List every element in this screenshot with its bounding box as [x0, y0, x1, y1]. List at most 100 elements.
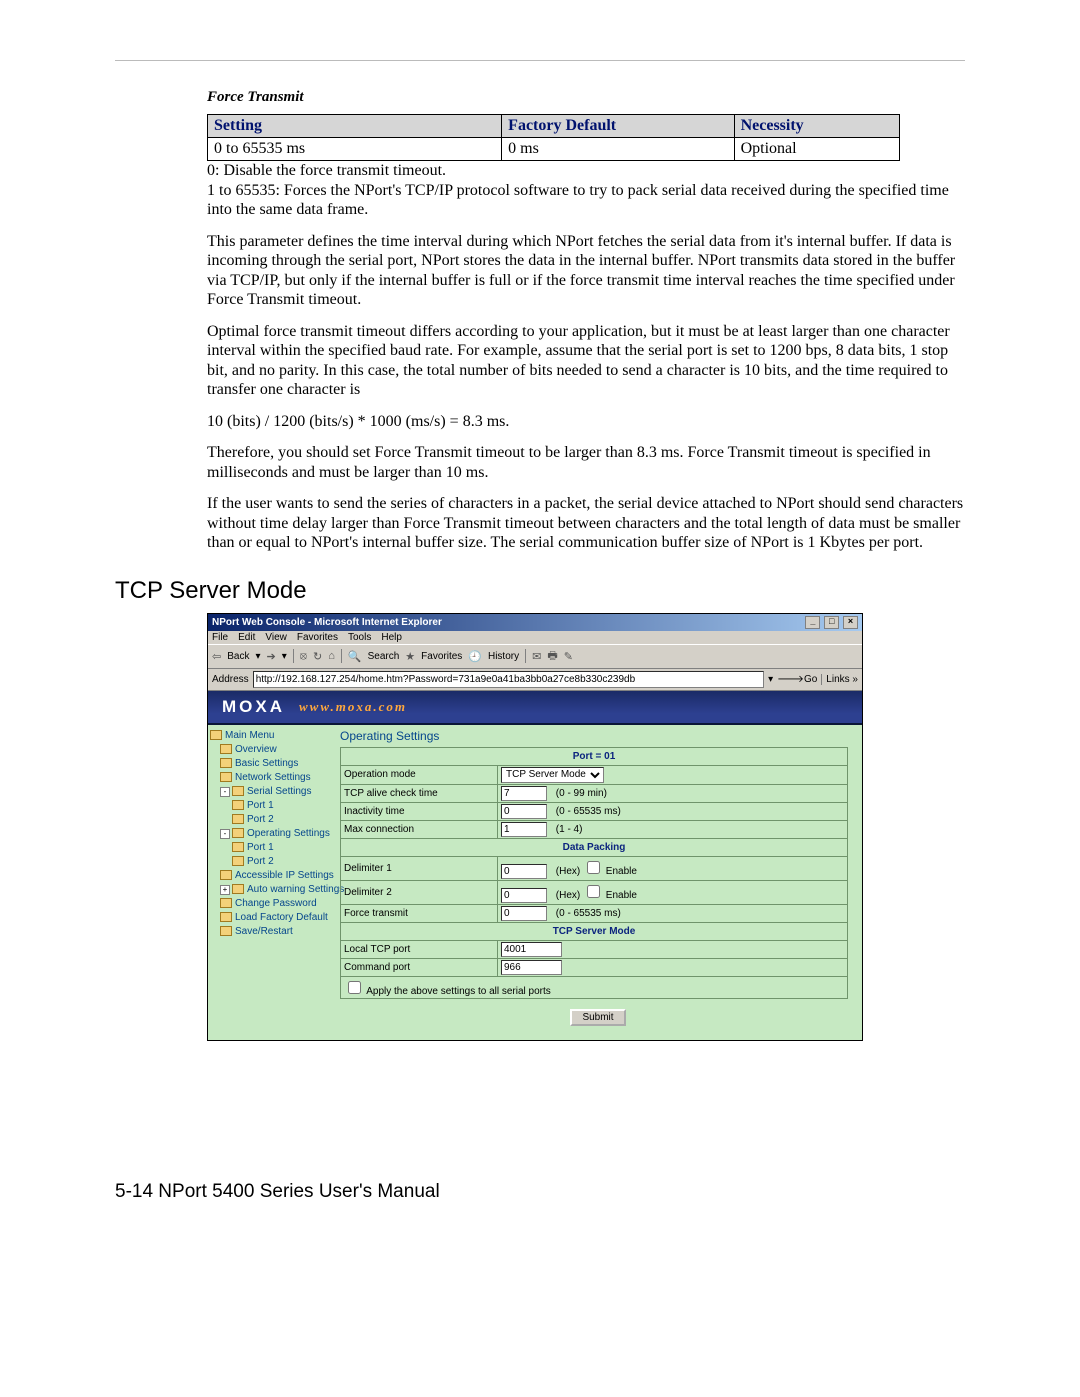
nav-tree: Main Menu Overview Basic Settings Network …	[208, 725, 334, 1040]
tree-item[interactable]: Load Factory Default	[210, 911, 332, 925]
tree-item-label: Port 2	[232, 814, 274, 825]
inactivity-input[interactable]	[501, 804, 547, 819]
delim2-label: Delimiter 2	[341, 880, 498, 904]
tree-item-label: Port 2	[232, 856, 274, 867]
favorites-button[interactable]: Favorites	[421, 651, 462, 662]
go-button[interactable]: 🡒Go	[777, 673, 817, 685]
mail-icon[interactable]: ✉	[532, 650, 541, 663]
ie-addressbar: Address ▾ 🡒Go Links »	[208, 669, 862, 691]
search-icon[interactable]: 🔍	[348, 650, 362, 663]
tree-item[interactable]: Network Settings	[210, 771, 332, 785]
tree-item-label: Port 1	[232, 842, 274, 853]
edit-icon[interactable]: ✎	[564, 650, 573, 663]
localtcp-input[interactable]	[501, 942, 562, 957]
tree-item[interactable]: -Operating Settings	[210, 827, 332, 841]
address-dropdown[interactable]: ▾	[768, 674, 773, 685]
stop-icon[interactable]: ⦻	[300, 650, 307, 663]
expand-icon[interactable]: +	[220, 885, 230, 895]
apply-all-checkbox[interactable]	[348, 981, 361, 994]
td-default: 0 ms	[502, 138, 734, 161]
cmdport-input[interactable]	[501, 960, 562, 975]
section-heading: TCP Server Mode	[115, 577, 965, 605]
tree-item[interactable]: Overview	[210, 743, 332, 757]
delim1-enable-label: Enable	[606, 866, 637, 877]
tree-item-label: Overview	[220, 744, 277, 755]
tree-item[interactable]: Port 2	[210, 813, 332, 827]
favorites-icon[interactable]: ★	[405, 650, 415, 663]
submit-button[interactable]	[570, 1009, 625, 1026]
menu-tools[interactable]: Tools	[348, 632, 371, 643]
print-icon[interactable]: 🖶	[547, 647, 557, 666]
tree-item[interactable]: Port 1	[210, 841, 332, 855]
maximize-icon[interactable]: □	[824, 616, 839, 629]
section-datapacking: Data Packing	[341, 838, 848, 856]
maxconn-label: Max connection	[341, 820, 498, 838]
forward-dropdown[interactable]: ▾	[282, 651, 287, 662]
alive-input[interactable]	[501, 786, 547, 801]
history-icon[interactable]: 🕘	[468, 650, 482, 663]
op-mode-select[interactable]: TCP Server Mode	[501, 767, 604, 783]
force-transmit-input[interactable]	[501, 906, 547, 921]
tree-item[interactable]: Change Password	[210, 897, 332, 911]
menu-help[interactable]: Help	[381, 632, 402, 643]
delim2-enable[interactable]	[587, 885, 600, 898]
tree-item[interactable]: Port 2	[210, 855, 332, 869]
history-button[interactable]: History	[488, 651, 519, 662]
tree-item-label: Change Password	[220, 898, 317, 909]
minimize-icon[interactable]: _	[805, 616, 820, 629]
settings-table: Port = 01 Operation mode TCP Server Mode…	[340, 747, 848, 999]
menu-file[interactable]: File	[212, 632, 228, 643]
forward-icon[interactable]: ➔	[266, 650, 275, 663]
tree-item[interactable]: +Auto warning Settings	[210, 883, 332, 897]
maxconn-input[interactable]	[501, 822, 547, 837]
form-pane: Operating Settings Port = 01 Operation m…	[334, 725, 862, 1040]
delim1-hex: (Hex)	[556, 866, 580, 877]
brand-logo: MOXA	[222, 697, 285, 717]
delim2-hex: (Hex)	[556, 890, 580, 901]
close-icon[interactable]: ×	[843, 616, 858, 629]
th-necessity: Necessity	[734, 115, 899, 138]
form-heading: Operating Settings	[340, 729, 856, 743]
tree-item-label: Accessible IP Settings	[220, 870, 334, 881]
delim2-enable-label: Enable	[606, 890, 637, 901]
refresh-icon[interactable]: ↻	[313, 650, 322, 663]
delim2-input[interactable]	[501, 888, 547, 903]
para-define: This parameter defines the time interval…	[207, 232, 969, 310]
ie-menubar: File Edit View Favorites Tools Help	[208, 631, 862, 644]
links-button[interactable]: Links »	[821, 674, 858, 685]
tree-item[interactable]: Accessible IP Settings	[210, 869, 332, 883]
para-range: 1 to 65535: Forces the NPort's TCP/IP pr…	[207, 181, 969, 220]
menu-edit[interactable]: Edit	[238, 632, 255, 643]
tree-item[interactable]: Save/Restart	[210, 925, 332, 939]
back-button[interactable]: Back	[227, 651, 249, 662]
delim1-input[interactable]	[501, 864, 547, 879]
menu-fav[interactable]: Favorites	[297, 632, 338, 643]
para-disable: 0: Disable the force transmit timeout.	[207, 161, 969, 181]
search-button[interactable]: Search	[368, 651, 400, 662]
tree-item-label: Basic Settings	[220, 758, 298, 769]
td-necessity: Optional	[734, 138, 899, 161]
para-optimal: Optimal force transmit timeout differs a…	[207, 322, 969, 400]
th-setting: Setting	[208, 115, 502, 138]
apply-all-label: Apply the above settings to all serial p…	[366, 986, 551, 997]
address-input[interactable]	[253, 671, 764, 688]
ie-title: NPort Web Console - Microsoft Internet E…	[212, 617, 442, 628]
ie-window: NPort Web Console - Microsoft Internet E…	[207, 613, 863, 1041]
param-title: Force Transmit	[207, 89, 965, 106]
delim1-enable[interactable]	[587, 861, 600, 874]
ie-titlebar: NPort Web Console - Microsoft Internet E…	[208, 614, 862, 631]
tree-root[interactable]: Main Menu	[210, 729, 332, 743]
para-packet: If the user wants to send the series of …	[207, 494, 969, 553]
tree-item[interactable]: Basic Settings	[210, 757, 332, 771]
home-icon[interactable]: ⌂	[328, 650, 335, 662]
tree-item-label: Network Settings	[220, 772, 311, 783]
localtcp-label: Local TCP port	[341, 940, 498, 958]
menu-view[interactable]: View	[265, 632, 287, 643]
back-dropdown[interactable]: ▾	[255, 651, 260, 662]
tree-item[interactable]: Port 1	[210, 799, 332, 813]
back-icon[interactable]: ⇦	[212, 650, 221, 663]
tree-item[interactable]: -Serial Settings	[210, 785, 332, 799]
tree-item-label: Auto warning Settings	[232, 884, 344, 895]
collapse-icon[interactable]: -	[220, 787, 230, 797]
collapse-icon[interactable]: -	[220, 829, 230, 839]
